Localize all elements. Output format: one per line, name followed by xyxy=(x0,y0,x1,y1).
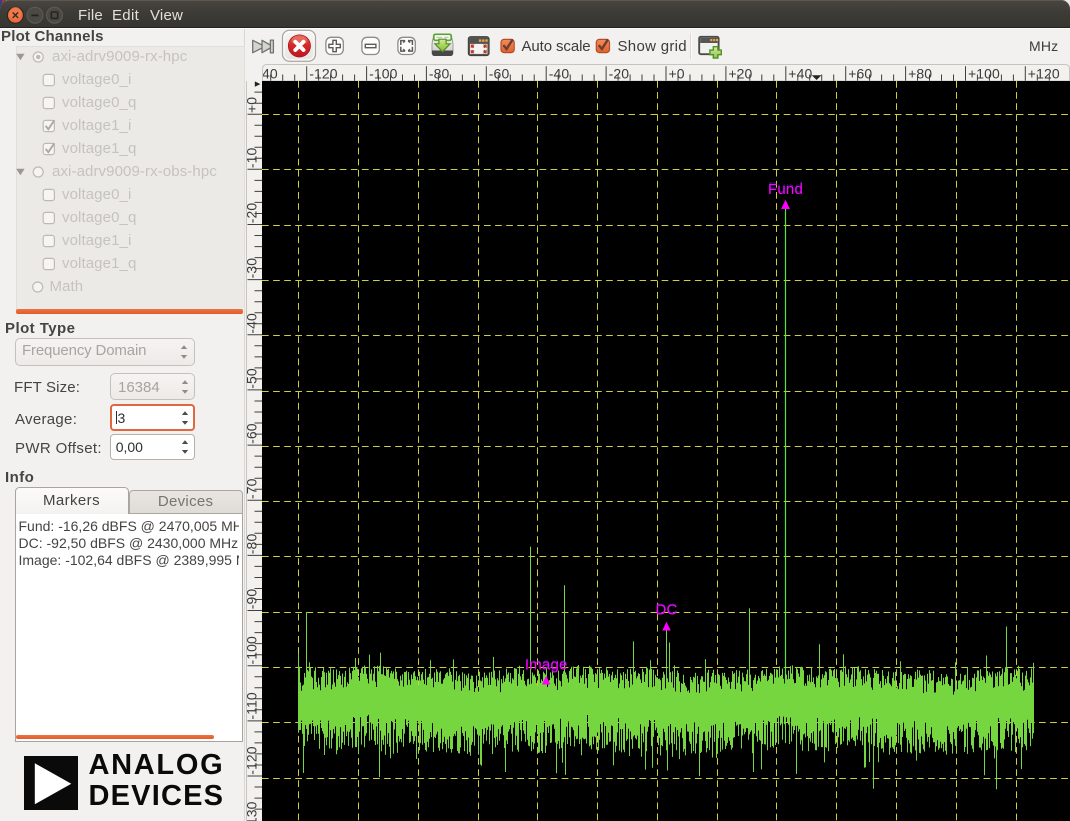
svg-text:+80: +80 xyxy=(908,66,932,81)
svg-text:+120: +120 xyxy=(1028,66,1060,81)
svg-text:DC: DC xyxy=(655,602,677,619)
svg-text:-130: -130 xyxy=(244,801,260,821)
svg-text:-80: -80 xyxy=(429,66,450,81)
svg-text:-50: -50 xyxy=(244,368,260,389)
svg-text:+0: +0 xyxy=(669,66,685,81)
svg-text:-60: -60 xyxy=(244,423,260,444)
svg-text:-80: -80 xyxy=(244,534,260,555)
svg-text:-20: -20 xyxy=(609,66,630,81)
svg-text:-70: -70 xyxy=(244,478,260,499)
svg-text:-30: -30 xyxy=(244,258,260,279)
svg-text:-100: -100 xyxy=(369,66,398,81)
svg-text:+20: +20 xyxy=(728,66,752,81)
svg-text:-40: -40 xyxy=(244,313,260,334)
svg-text:-140: -140 xyxy=(249,66,278,81)
svg-text:-100: -100 xyxy=(244,636,260,665)
svg-text:-120: -120 xyxy=(244,746,260,775)
svg-text:Fund: Fund xyxy=(768,181,803,198)
svg-text:+40: +40 xyxy=(788,66,812,81)
svg-text:-20: -20 xyxy=(244,203,260,224)
svg-text:-10: -10 xyxy=(244,147,260,168)
svg-text:+60: +60 xyxy=(848,66,872,81)
svg-text:Image: Image xyxy=(525,657,568,674)
svg-text:+0: +0 xyxy=(244,97,260,113)
svg-text:-110: -110 xyxy=(244,692,260,719)
svg-text:-90: -90 xyxy=(244,589,260,610)
svg-text:-40: -40 xyxy=(549,66,570,81)
svg-text:-60: -60 xyxy=(489,66,510,81)
svg-text:-120: -120 xyxy=(309,66,338,81)
svg-text:+100: +100 xyxy=(968,66,1000,81)
